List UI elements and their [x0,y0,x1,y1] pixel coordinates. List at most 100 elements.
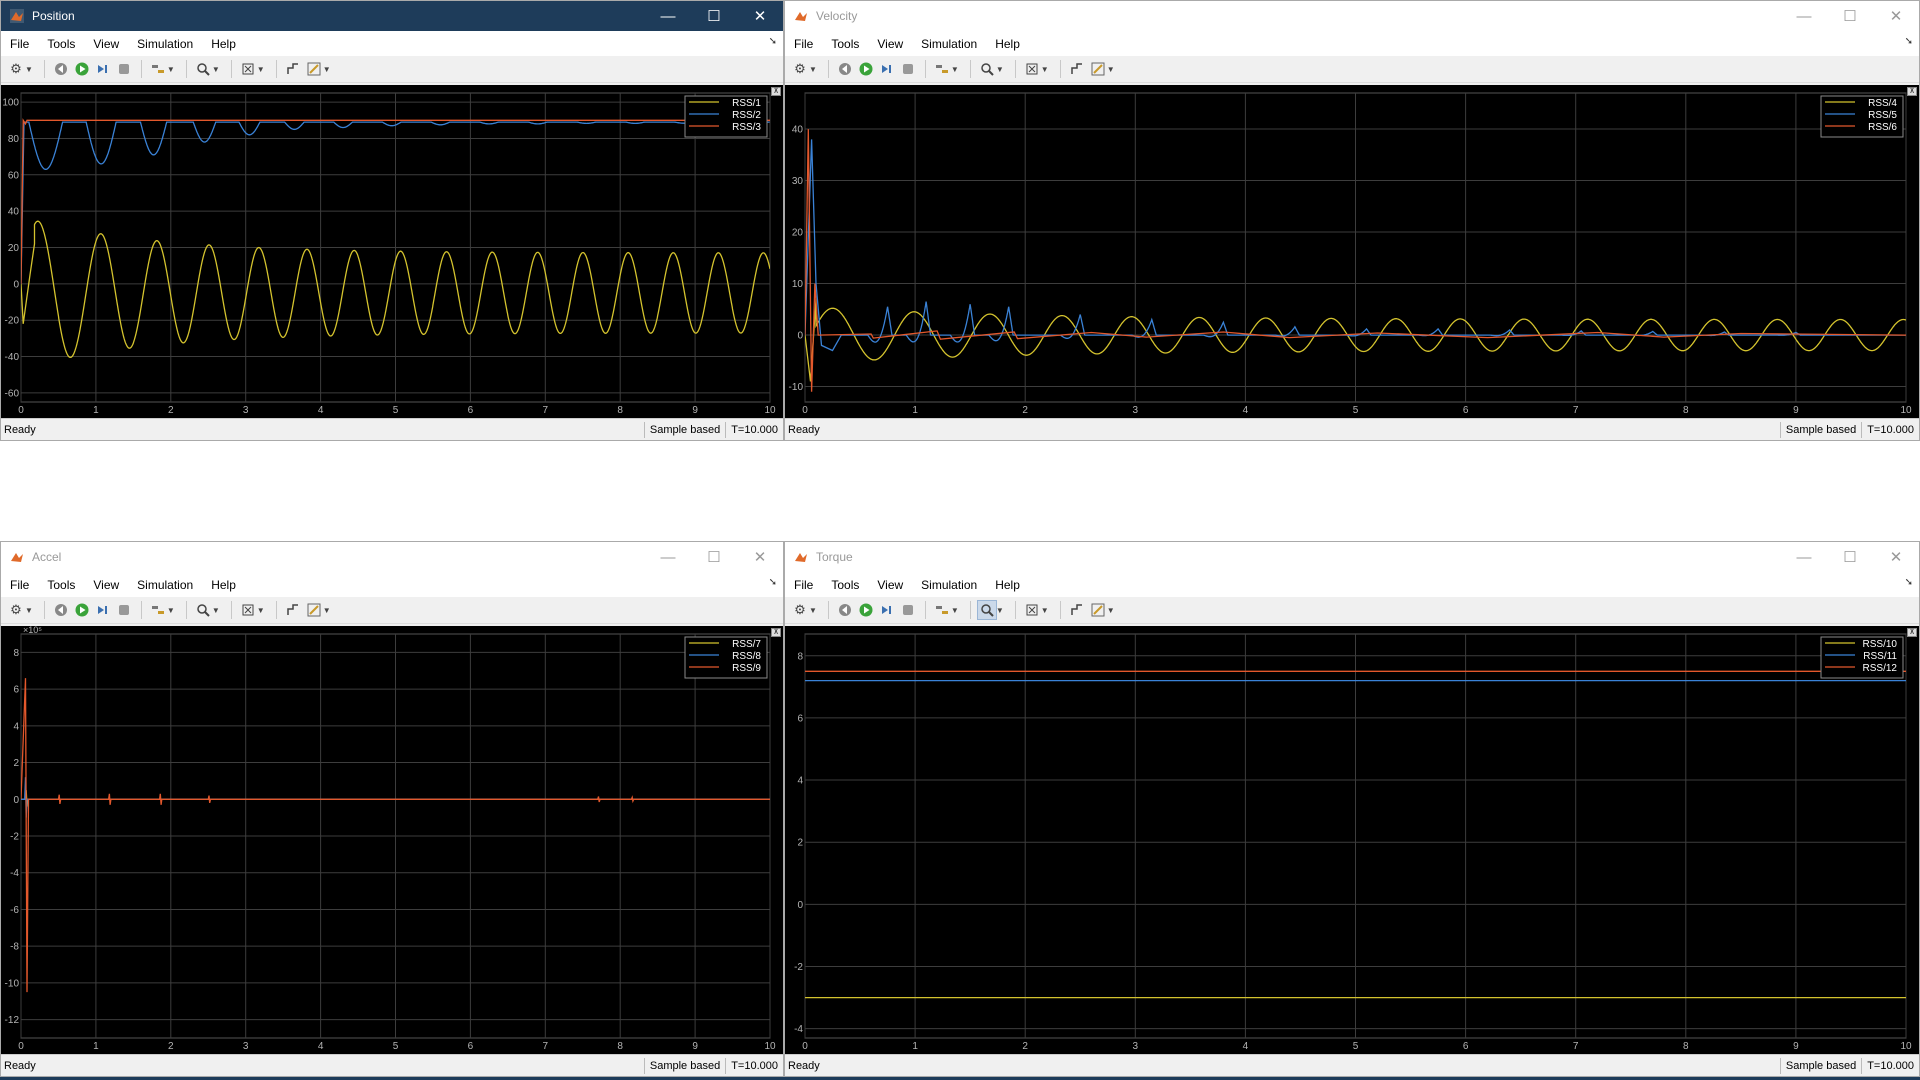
menu-help[interactable]: Help [211,37,236,51]
close-button[interactable]: ✕ [1873,542,1919,572]
zoom-icon[interactable] [977,59,997,79]
menu-simulation[interactable]: Simulation [921,37,977,51]
highlight-block-icon[interactable] [932,600,952,620]
menu-file[interactable]: File [10,37,29,51]
close-button[interactable]: ✕ [737,1,783,31]
chevron-down-icon[interactable]: ▼ [1041,65,1049,74]
scope-plot[interactable]: 0 1 2 3 4 5 6 7 8 9 10-60-40-20020406080100 RSS/1RS… [1,85,783,418]
run-icon[interactable] [72,600,92,620]
dock-arrow-icon[interactable]: ➘ [1905,36,1913,47]
autoscale-icon[interactable] [1022,59,1042,79]
step-back-icon[interactable] [835,59,855,79]
menu-tools[interactable]: Tools [47,37,75,51]
scope-plot-area[interactable]: 0 1 2 3 4 5 6 7 8 9 10 -60 -40 -20 0 20 40 60 80 100 RSS/1 RS… [1,85,783,418]
highlight-block-icon[interactable] [148,59,168,79]
step-forward-icon[interactable] [93,59,113,79]
settings-icon[interactable]: ⚙ [790,600,810,620]
menu-view[interactable]: View [877,37,903,51]
scope-plot-area[interactable]: 0 1 2 3 4 5 6 7 8 9 10 -10 0 10 20 30 40 RSS/4 RSS/5 RSS/6 … [785,85,1919,418]
settings-icon[interactable]: ⚙ [6,59,26,79]
scope-plot[interactable]: 0 1 2 3 4 5 6 7 8 9 10 -10 0 10 20 30 40 RSS/4RSS/5RSS/6 [785,85,1919,418]
triggers-icon[interactable] [1067,600,1087,620]
settings-icon[interactable]: ⚙ [790,59,810,79]
zoom-icon[interactable] [193,600,213,620]
step-forward-icon[interactable] [93,600,113,620]
chevron-down-icon[interactable]: ▼ [809,65,817,74]
dock-arrow-icon[interactable]: ➘ [769,36,777,47]
cursor-measurements-icon[interactable] [304,600,324,620]
expand-toolstrip-icon[interactable]: ⊼ [771,87,781,96]
step-forward-icon[interactable] [877,600,897,620]
menu-view[interactable]: View [877,578,903,592]
expand-toolstrip-icon[interactable]: ⊼ [771,628,781,637]
chevron-down-icon[interactable]: ▼ [167,606,175,615]
highlight-block-icon[interactable] [148,600,168,620]
chevron-down-icon[interactable]: ▼ [1107,606,1115,615]
scope-plot[interactable]: 0 1 2 3 4 5 6 7 8 9 10 -4 -2 0 2 4 6 8 RSS/10RSS/11RSS/12 [785,626,1919,1054]
maximize-button[interactable]: ☐ [1827,542,1873,572]
chevron-down-icon[interactable]: ▼ [323,606,331,615]
step-back-icon[interactable] [835,600,855,620]
step-back-icon[interactable] [51,600,71,620]
menu-help[interactable]: Help [995,578,1020,592]
step-back-icon[interactable] [51,59,71,79]
chevron-down-icon[interactable]: ▼ [25,606,33,615]
scope-plot-area[interactable]: 0 1 2 3 4 5 6 7 8 9 10 -12 -10 -8 -6 -4 -2 0 2 4 6 8 ×10⁵ RSS/7… [1,626,783,1054]
cursor-measurements-icon[interactable] [304,59,324,79]
chevron-down-icon[interactable]: ▼ [212,606,220,615]
expand-toolstrip-icon[interactable]: ⊼ [1907,628,1917,637]
chevron-down-icon[interactable]: ▼ [1107,65,1115,74]
stop-icon[interactable] [114,600,134,620]
chevron-down-icon[interactable]: ▼ [25,65,33,74]
close-button[interactable]: ✕ [1873,1,1919,31]
chevron-down-icon[interactable]: ▼ [951,65,959,74]
scope-plot[interactable]: 0 1 2 3 4 5 6 7 8 9 10 -12 -10 -8 -6 -4 -2 0 2 4 6 8 ×10⁵ RSS/7… [1,626,783,1054]
autoscale-icon[interactable] [1022,600,1042,620]
autoscale-icon[interactable] [238,59,258,79]
highlight-block-icon[interactable] [932,59,952,79]
run-icon[interactable] [856,600,876,620]
run-icon[interactable] [72,59,92,79]
menu-simulation[interactable]: Simulation [137,37,193,51]
expand-toolstrip-icon[interactable]: ⊼ [1907,87,1917,96]
titlebar[interactable]: Position — ☐ ✕ [1,1,783,31]
triggers-icon[interactable] [1067,59,1087,79]
chevron-down-icon[interactable]: ▼ [257,606,265,615]
menu-file[interactable]: File [10,578,29,592]
dock-arrow-icon[interactable]: ➘ [1905,577,1913,588]
scope-plot-area[interactable]: 0 1 2 3 4 5 6 7 8 9 10 -4 -2 0 2 4 6 8 RSS/10 RSS/11 RSS/12 … [785,626,1919,1054]
minimize-button[interactable]: — [1781,542,1827,572]
close-button[interactable]: ✕ [737,542,783,572]
maximize-button[interactable]: ☐ [1827,1,1873,31]
triggers-icon[interactable] [283,600,303,620]
chevron-down-icon[interactable]: ▼ [996,606,1004,615]
cursor-measurements-icon[interactable] [1088,600,1108,620]
chevron-down-icon[interactable]: ▼ [996,65,1004,74]
menu-view[interactable]: View [93,578,119,592]
minimize-button[interactable]: — [645,1,691,31]
menu-tools[interactable]: Tools [831,37,859,51]
menu-simulation[interactable]: Simulation [137,578,193,592]
stop-icon[interactable] [114,59,134,79]
chevron-down-icon[interactable]: ▼ [809,606,817,615]
maximize-button[interactable]: ☐ [691,1,737,31]
menu-help[interactable]: Help [995,37,1020,51]
chevron-down-icon[interactable]: ▼ [1041,606,1049,615]
menu-view[interactable]: View [93,37,119,51]
autoscale-icon[interactable] [238,600,258,620]
chevron-down-icon[interactable]: ▼ [167,65,175,74]
chevron-down-icon[interactable]: ▼ [212,65,220,74]
zoom-icon[interactable] [193,59,213,79]
minimize-button[interactable]: — [645,542,691,572]
maximize-button[interactable]: ☐ [691,542,737,572]
triggers-icon[interactable] [283,59,303,79]
chevron-down-icon[interactable]: ▼ [257,65,265,74]
settings-icon[interactable]: ⚙ [6,600,26,620]
minimize-button[interactable]: — [1781,1,1827,31]
cursor-measurements-icon[interactable] [1088,59,1108,79]
menu-tools[interactable]: Tools [47,578,75,592]
chevron-down-icon[interactable]: ▼ [951,606,959,615]
titlebar[interactable]: Torque — ☐ ✕ [785,542,1919,572]
run-icon[interactable] [856,59,876,79]
stop-icon[interactable] [898,59,918,79]
